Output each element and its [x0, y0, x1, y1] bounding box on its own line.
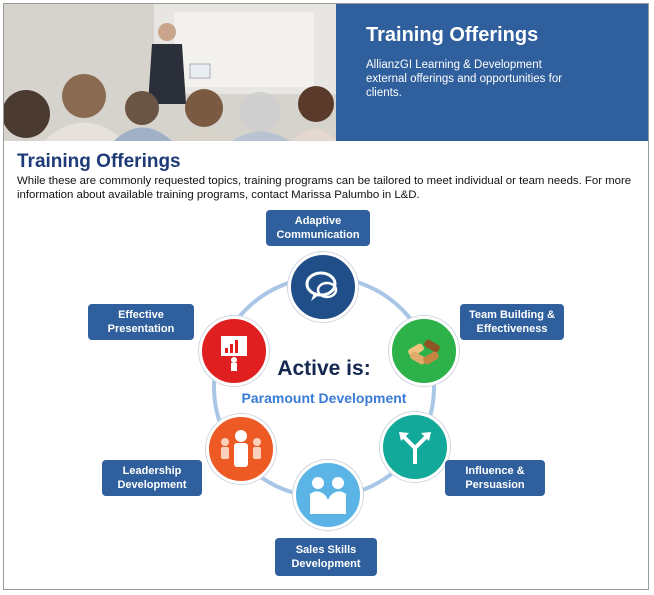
label-text: Leadership Development: [117, 465, 187, 491]
speech-bubbles-icon: [305, 271, 338, 301]
leader-group-icon: [221, 430, 261, 467]
node-sales-skills[interactable]: [293, 460, 363, 530]
center-title: Active is:: [277, 357, 371, 380]
center-subtitle: Paramount Development: [241, 390, 407, 406]
joined-hands-icon: [408, 339, 440, 365]
label-text: Effective Presentation: [107, 309, 175, 335]
label-text: Influence & Persuasion: [465, 465, 525, 491]
training-diagram: Active is: Paramount Development Adaptiv…: [4, 204, 648, 589]
handshake-icon: [310, 477, 346, 514]
label-team-building[interactable]: Team Building & Effectiveness: [460, 304, 564, 340]
node-leadership[interactable]: [206, 414, 276, 484]
banner-photo: [4, 4, 336, 141]
audience-photo-illustration: [4, 4, 336, 141]
label-influence-persuasion[interactable]: Influence & Persuasion: [445, 460, 545, 496]
section-title: Training Offerings: [17, 151, 181, 172]
label-text: Team Building & Effectiveness: [469, 309, 555, 335]
page-frame: Training Offerings AllianzGI Learning & …: [3, 3, 649, 590]
section-description: While these are commonly requested topic…: [17, 175, 632, 201]
label-leadership[interactable]: Leadership Development: [102, 460, 202, 496]
label-text: Adaptive Communication: [276, 215, 360, 241]
label-sales-skills[interactable]: Sales Skills Development: [275, 538, 377, 576]
diverging-arrows-icon: [399, 432, 431, 464]
banner: Training Offerings AllianzGI Learning & …: [4, 4, 648, 141]
banner-description: AllianzGI Learning & Development externa…: [366, 59, 563, 99]
node-influence-persuasion[interactable]: [380, 412, 450, 482]
node-adaptive-communication[interactable]: [288, 252, 358, 322]
label-adaptive-communication[interactable]: Adaptive Communication: [266, 210, 370, 246]
label-text: Sales Skills Development: [291, 544, 361, 570]
banner-panel: Training Offerings AllianzGI Learning & …: [336, 4, 648, 141]
label-effective-presentation[interactable]: Effective Presentation: [88, 304, 194, 340]
banner-title: Training Offerings: [366, 24, 539, 46]
